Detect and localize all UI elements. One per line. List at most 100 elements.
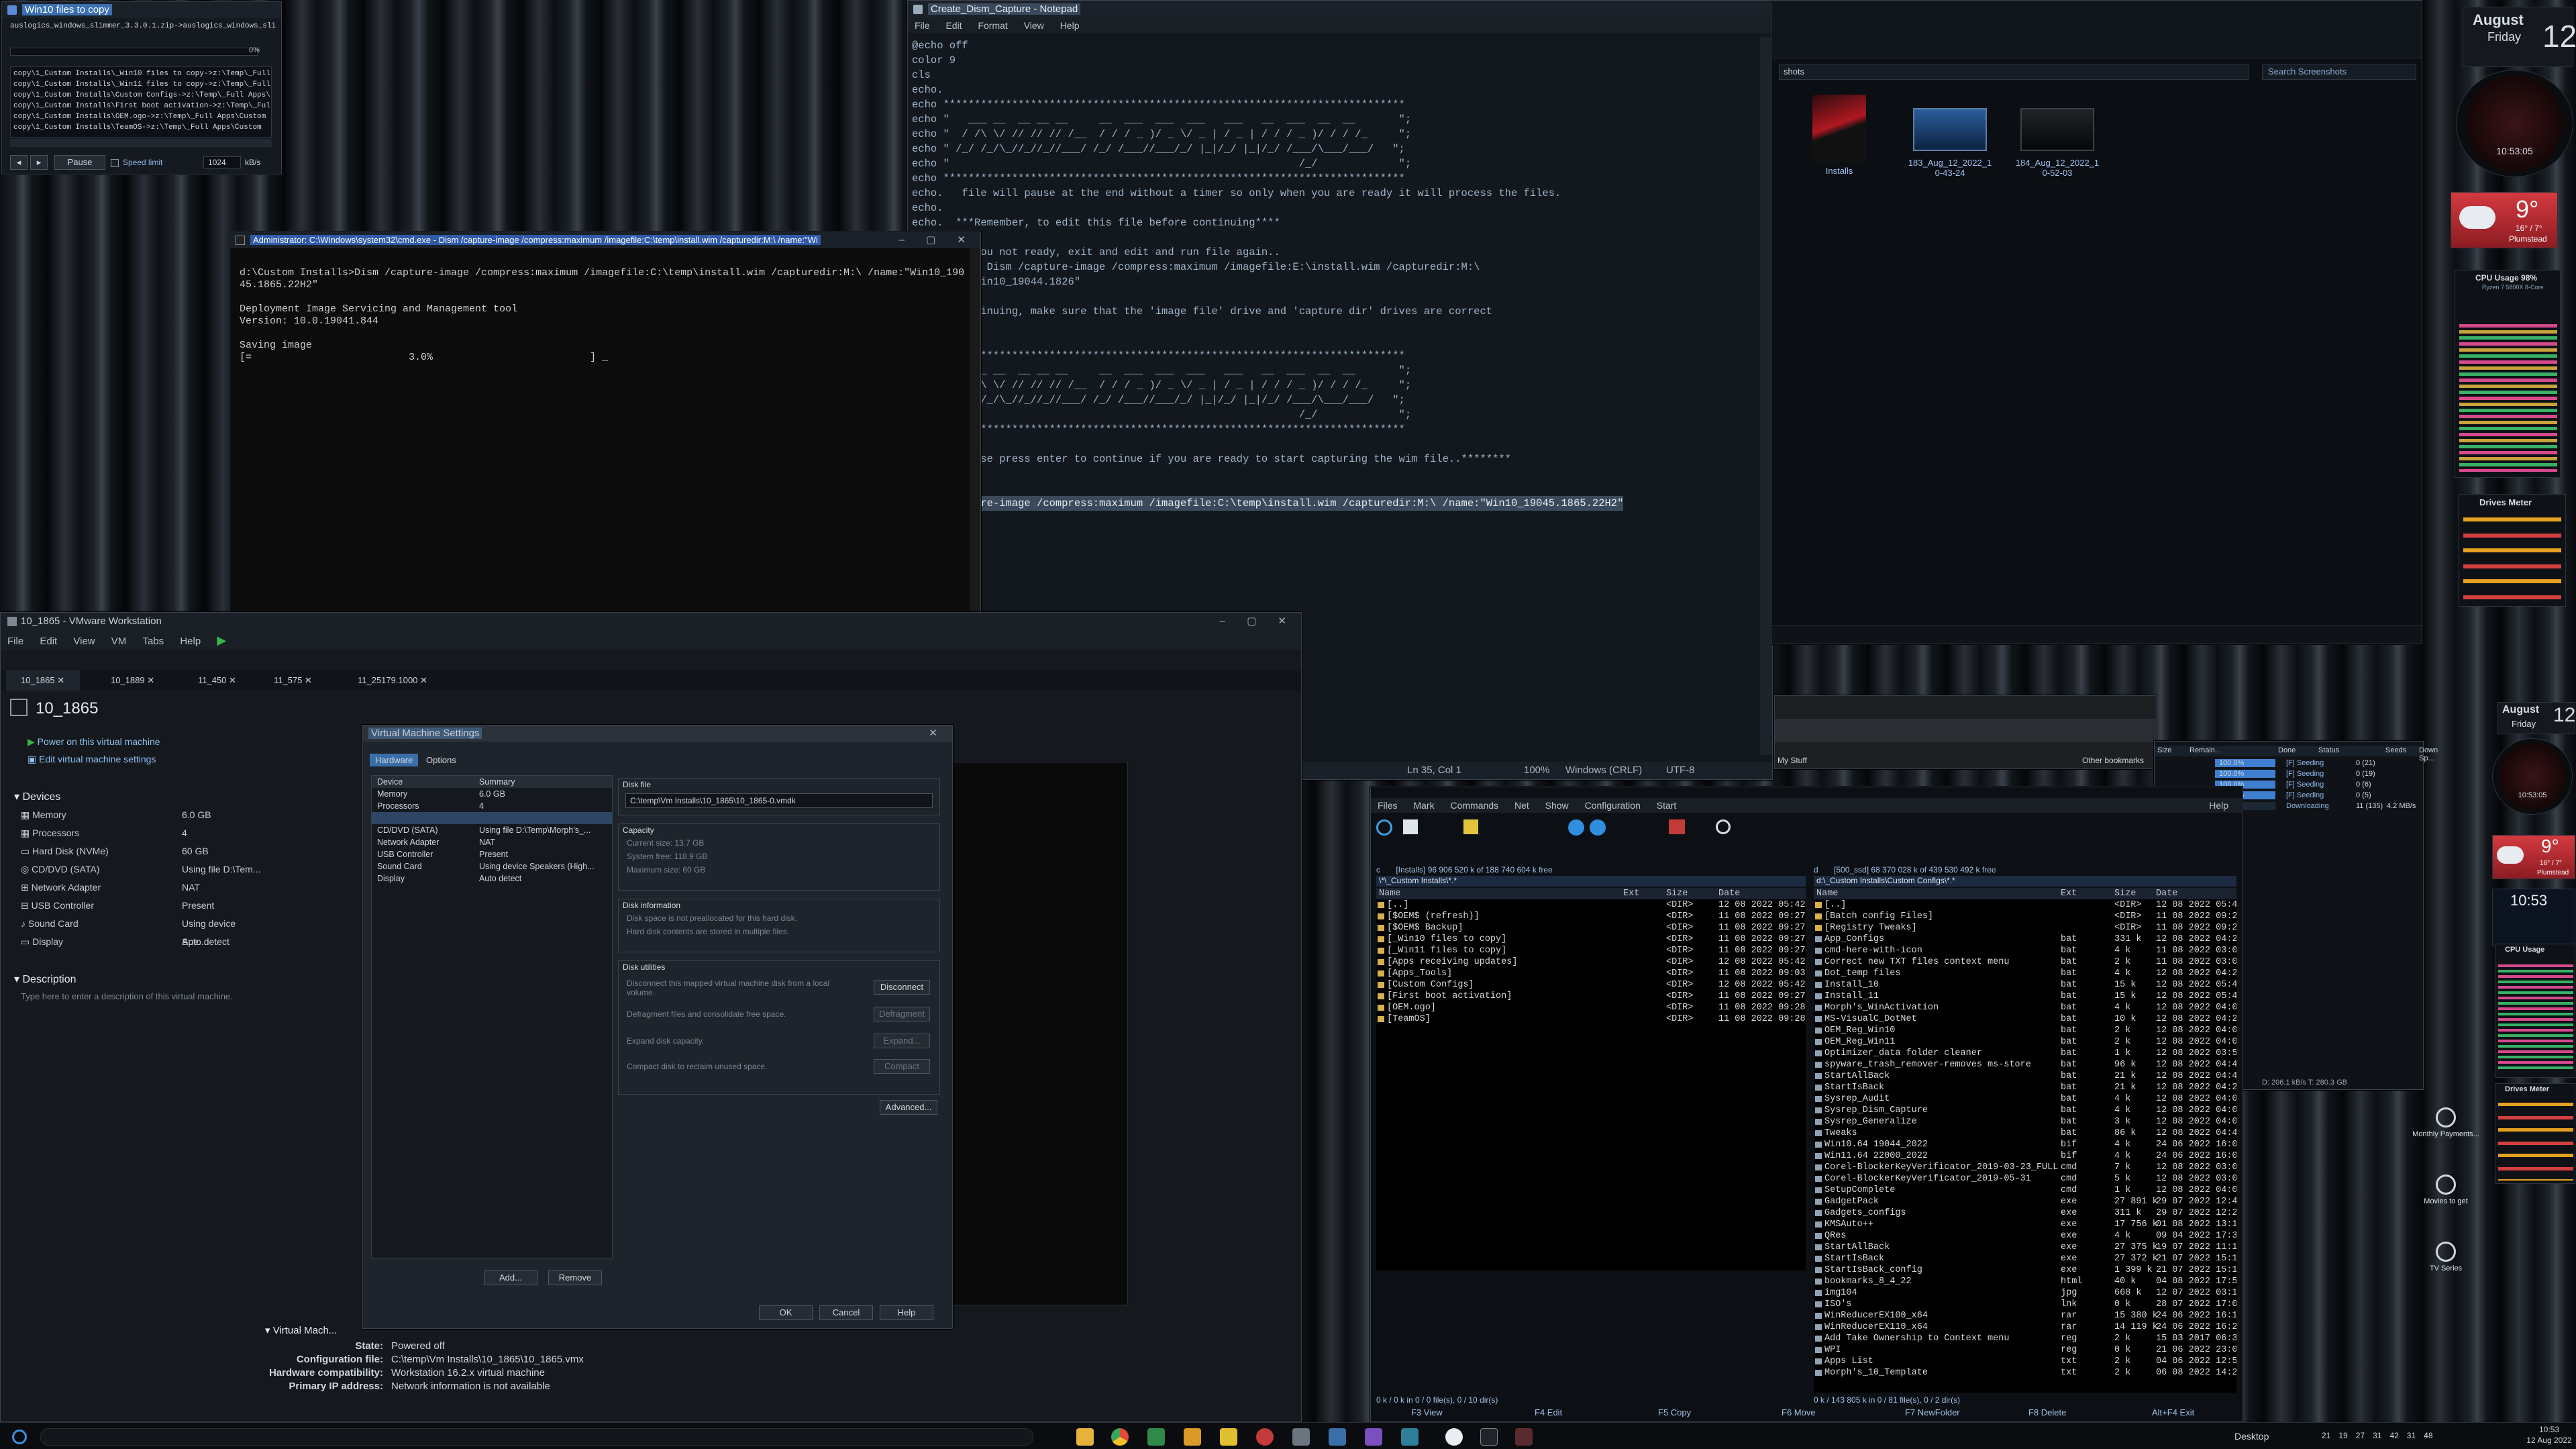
- device-row[interactable]: Sound Card Using device Speakers (High...: [372, 860, 612, 872]
- scissors-icon[interactable]: [1184, 1428, 1201, 1446]
- save-icon[interactable]: [1329, 1428, 1346, 1446]
- tc-menu-help[interactable]: Help: [2209, 798, 2228, 813]
- ok-button[interactable]: OK: [759, 1305, 813, 1320]
- tab-hardware[interactable]: Hardware: [370, 754, 419, 766]
- taskbar-clock[interactable]: 10:53 12 Aug 2022: [2526, 1424, 2573, 1446]
- tc-column-header[interactable]: Date: [2156, 888, 2177, 899]
- desktop-label[interactable]: Desktop: [2234, 1431, 2269, 1442]
- tc-fkey-button[interactable]: F7 NewFolder: [1905, 1407, 1960, 1417]
- copy-next-button[interactable]: ▸: [30, 155, 48, 170]
- tc-left-panel[interactable]: Name Ext Size Date [..] <DIR> 12 08 2022 05:42…: [1376, 888, 1806, 1270]
- app-icon[interactable]: [1401, 1428, 1419, 1446]
- bookmark-my-stuff[interactable]: My Stuff: [1778, 752, 1807, 768]
- device-row[interactable]: ⊟ USB Controller Present: [21, 897, 262, 915]
- help-button[interactable]: Help: [880, 1305, 933, 1320]
- device-row[interactable]: ◎ CD/DVD (SATA) Using file D:\Tem...: [21, 860, 262, 879]
- tc-file-row[interactable]: WinReducerEX100_x64 rar 15 380 k 24 06 2022…: [1814, 1310, 2236, 1321]
- vmware-menu-edit[interactable]: Edit: [40, 636, 57, 647]
- tc-file-row[interactable]: [Custom Configs] <DIR> 12 08 2022 05:42: [1376, 979, 1806, 991]
- close-icon[interactable]: ✕: [929, 726, 947, 742]
- notepad-menu-edit[interactable]: Edit: [945, 20, 962, 31]
- tc-file-row[interactable]: WinReducerEX110_x64 rar 14 119 k 24 06 2022…: [1814, 1321, 2236, 1333]
- tc-file-row[interactable]: [..] <DIR> 12 08 2022 05:42: [1376, 899, 1806, 911]
- terminal-icon[interactable]: [1480, 1428, 1498, 1446]
- tc-file-row[interactable]: SetupComplete cmd 1 k 12 08 2022 04:0: [1814, 1185, 2236, 1196]
- notepad-menu-help[interactable]: Help: [1060, 20, 1080, 31]
- tab-options[interactable]: Options: [421, 754, 462, 766]
- cancel-button[interactable]: Cancel: [819, 1305, 873, 1320]
- device-row[interactable]: ▭ Display Auto detect: [21, 933, 262, 951]
- tc-file-row[interactable]: [Batch config Files] <DIR> 11 08 2022 09:2: [1814, 911, 2236, 922]
- copy-icon[interactable]: [1463, 819, 1478, 834]
- folder-icon[interactable]: [1076, 1428, 1094, 1446]
- notepad-titlebar[interactable]: Create_Dism_Capture - Notepad: [908, 1, 1772, 18]
- back-icon[interactable]: [1568, 819, 1584, 836]
- tc-file-row[interactable]: OEM_Reg_Win10 bat 2 k 12 08 2022 04:0: [1814, 1025, 2236, 1036]
- details-header[interactable]: ▾ Virtual Mach...: [265, 1324, 337, 1336]
- tc-file-row[interactable]: GadgetPack exe 27 891 k 29 07 2022 12:4: [1814, 1196, 2236, 1207]
- tc-file-row[interactable]: QRes exe 4 k 09 04 2022 17:3: [1814, 1230, 2236, 1242]
- tc-file-row[interactable]: Correct new TXT files context menu bat 2 k…: [1814, 956, 2236, 968]
- desktop-shortcut[interactable]: Monthly Payments...: [2409, 1107, 2483, 1138]
- torrent-col-header[interactable]: Done: [2278, 746, 2296, 754]
- speed-limit-checkbox[interactable]: [111, 159, 119, 167]
- notepad-menu-file[interactable]: File: [915, 20, 930, 31]
- device-row[interactable]: ▭ Hard Disk (NVMe) 60 GB: [21, 842, 262, 860]
- copy-window-titlebar[interactable]: Win10 files to copy: [2, 2, 281, 18]
- tc-column-header[interactable]: Size: [1666, 888, 1688, 899]
- tc-file-row[interactable]: Corel-BlockerKeyVerificator_2019-05-31 cm…: [1814, 1173, 2236, 1185]
- tc-file-row[interactable]: StartIsBack_config exe 1 399 k 21 07 2022 1…: [1814, 1264, 2236, 1276]
- disconnect-button[interactable]: Disconnect: [874, 980, 930, 995]
- tc-file-row[interactable]: [_Win11 files to copy] <DIR> 11 08 2022 09…: [1376, 945, 1806, 956]
- tc-file-row[interactable]: Corel-BlockerKeyVerificator_2019-03-23_F…: [1814, 1162, 2236, 1173]
- app-icon[interactable]: [1365, 1428, 1382, 1446]
- bookmark-other[interactable]: Other bookmarks: [2082, 752, 2144, 768]
- tc-file-row[interactable]: WPI reg 0 k 21 06 2022 23:0: [1814, 1344, 2236, 1356]
- tc-fkey-button[interactable]: F8 Delete: [2028, 1407, 2066, 1417]
- edit-settings-link[interactable]: ▣ Edit virtual machine settings: [28, 754, 156, 765]
- speed-limit-input[interactable]: 1024: [203, 156, 241, 168]
- tc-file-row[interactable]: Apps List txt 2 k 04 06 2022 12:5: [1814, 1356, 2236, 1367]
- tc-menu-commands[interactable]: Commands: [1450, 800, 1498, 811]
- device-row[interactable]: Network Adapter NAT: [372, 836, 612, 848]
- disk-file-input[interactable]: C:\temp\Vm Installs\10_1865\10_1865-0.vm…: [625, 793, 933, 808]
- explorer-item[interactable]: 184_Aug_12_2022_10-52-03: [2014, 95, 2101, 209]
- device-row[interactable]: Memory 6.0 GB: [372, 788, 612, 800]
- vm-tab[interactable]: 11_450 ✕: [183, 670, 236, 691]
- explorer-item[interactable]: 183_Aug_12_2022_10-43-24: [1906, 95, 1994, 209]
- tc-fkey-button[interactable]: Alt+F4 Exit: [2152, 1407, 2194, 1417]
- torrent-col-header[interactable]: Size: [2157, 746, 2171, 754]
- notepad-menu-view[interactable]: View: [1024, 20, 1044, 31]
- defragment-button[interactable]: Defragment: [874, 1007, 930, 1021]
- torrent-row[interactable]: 100.0% [F] Seeding 0 (21): [2155, 758, 2423, 768]
- notes-icon[interactable]: [1220, 1428, 1237, 1446]
- tc-column-header[interactable]: Ext: [2061, 888, 2077, 899]
- notepad-scrollbar[interactable]: [1760, 37, 1772, 755]
- tc-file-row[interactable]: [_Win10 files to copy] <DIR> 11 08 2022 09…: [1376, 934, 1806, 945]
- advanced-button[interactable]: Advanced...: [880, 1100, 937, 1115]
- vmware-menu-vm[interactable]: VM: [111, 636, 127, 647]
- description-text[interactable]: Type here to enter a description of this…: [21, 991, 236, 1001]
- tc-file-row[interactable]: Sysrep_Audit bat 4 k 12 08 2022 04:0: [1814, 1093, 2236, 1105]
- tc-file-row[interactable]: [First boot activation] <DIR> 11 08 2022 0…: [1376, 991, 1806, 1002]
- torrent-col-header[interactable]: Status: [2318, 746, 2339, 754]
- tc-left-drivebar[interactable]: c [Installs] 96 906 520 k of 188 740 604…: [1376, 865, 1806, 876]
- tc-menu-files[interactable]: Files: [1378, 800, 1398, 811]
- device-row[interactable]: Display Auto detect: [372, 872, 612, 885]
- explorer-search[interactable]: Search Screenshots: [2262, 64, 2416, 80]
- app-icon[interactable]: [1445, 1428, 1463, 1446]
- tc-menu-configuration[interactable]: Configuration: [1585, 800, 1641, 811]
- vm-tab[interactable]: 11_25179.1000 ✕: [343, 670, 427, 691]
- tc-file-row[interactable]: App_Configs bat 331 k 12 08 2022 04:2: [1814, 934, 2236, 945]
- tc-file-row[interactable]: [$OEM$ (refresh)] <DIR> 11 08 2022 09:27: [1376, 911, 1806, 922]
- vmware-menu-tabs[interactable]: Tabs: [142, 636, 164, 647]
- tc-column-header[interactable]: Date: [1718, 888, 1740, 899]
- tc-file-row[interactable]: [$OEM$ Backup] <DIR> 11 08 2022 09:27: [1376, 922, 1806, 934]
- play-icon[interactable]: ▶: [217, 634, 226, 647]
- cmd-output[interactable]: d:\Custom Installs>Dism /capture-image /…: [230, 248, 980, 651]
- vm-tab[interactable]: 10_1889 ✕: [96, 670, 154, 691]
- cmd-scrollbar[interactable]: [970, 248, 980, 660]
- tc-file-row[interactable]: Add Take Ownership to Context menu reg 2 k…: [1814, 1333, 2236, 1344]
- copy-log-scrollbar[interactable]: [10, 139, 272, 147]
- tc-fkey-button[interactable]: F4 Edit: [1535, 1407, 1562, 1417]
